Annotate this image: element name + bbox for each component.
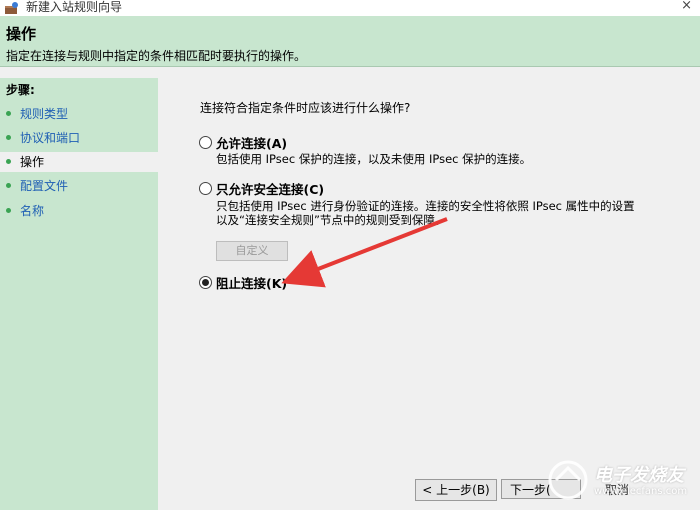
watermark-logo: [548, 460, 588, 500]
watermark-url: www.elecfans.com: [594, 486, 688, 497]
watermark-text: 电子发烧友: [594, 465, 684, 486]
